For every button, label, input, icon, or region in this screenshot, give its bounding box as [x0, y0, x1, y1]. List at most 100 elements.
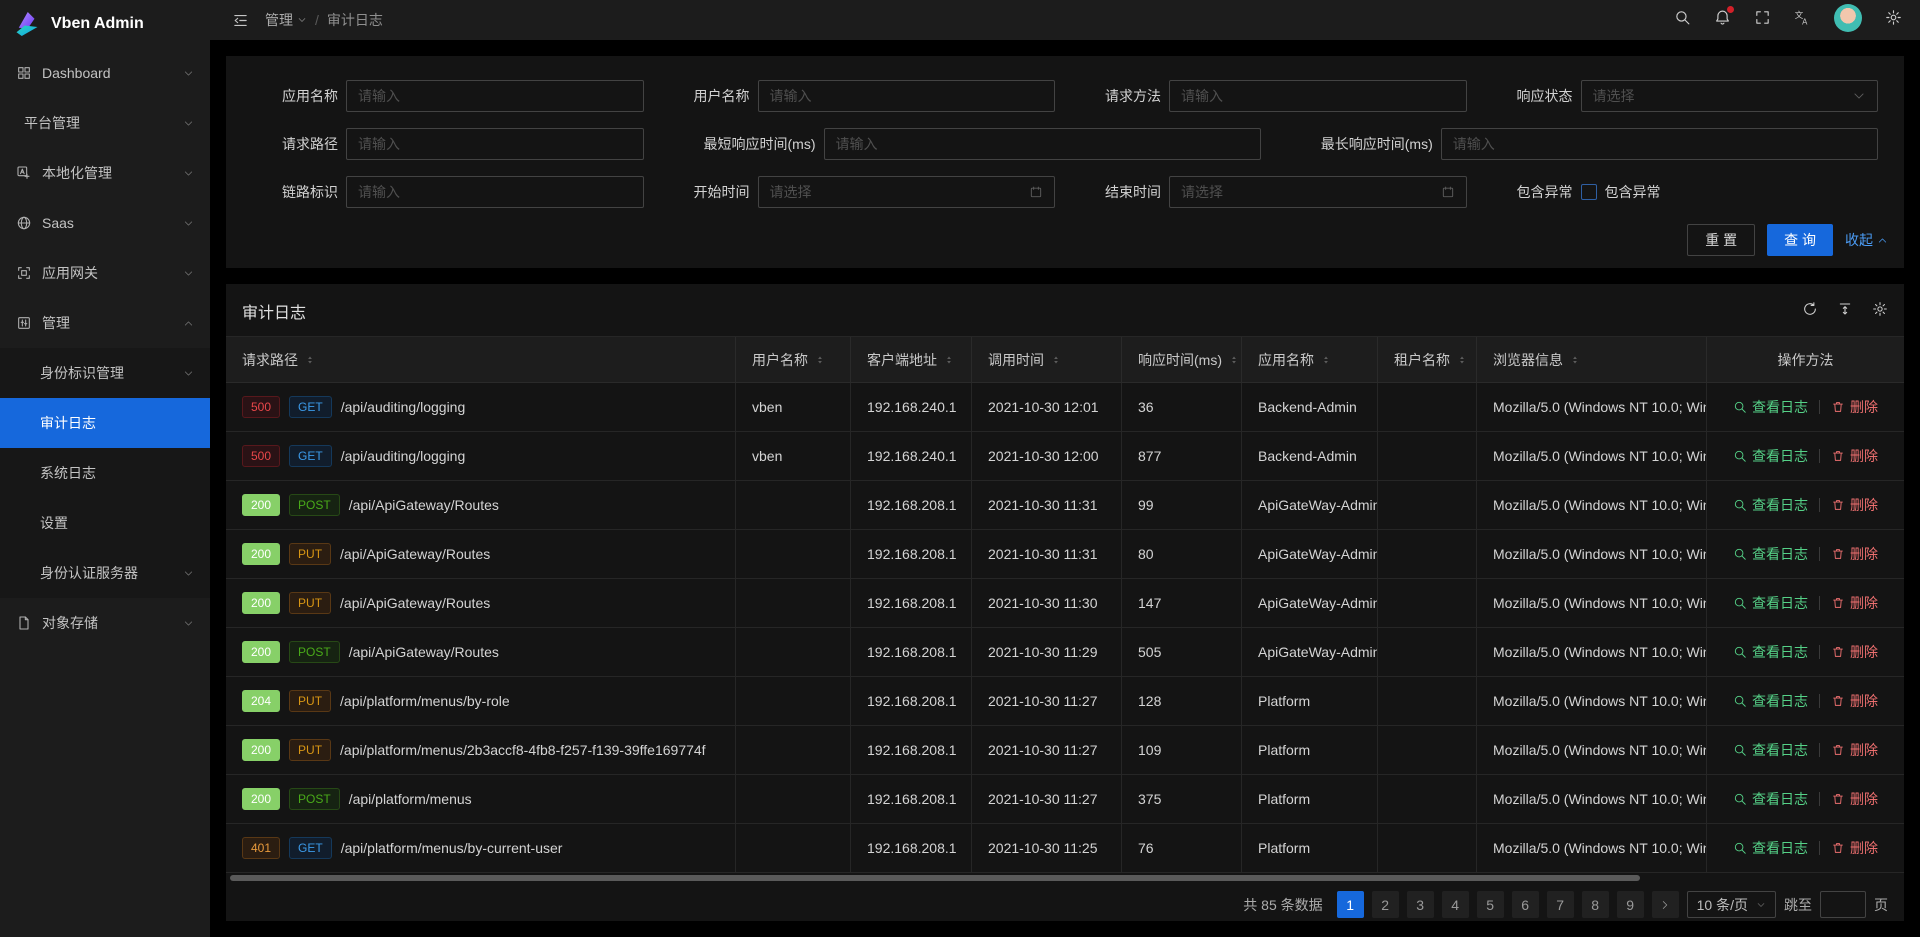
column-header-2[interactable]: 客户端地址 [851, 337, 972, 383]
method-badge: POST [289, 494, 340, 516]
sidebar-item-localization[interactable]: 本地化管理 [0, 148, 210, 198]
delete-button[interactable]: 删除 [1831, 397, 1878, 417]
user-avatar[interactable] [1834, 4, 1862, 37]
view-log-button[interactable]: 查看日志 [1733, 495, 1808, 515]
column-header-4[interactable]: 响应时间(ms) [1122, 337, 1242, 383]
app-name-input[interactable] [346, 80, 644, 112]
column-header-3[interactable]: 调用时间 [972, 337, 1122, 383]
column-header-7[interactable]: 浏览器信息 [1477, 337, 1707, 383]
reset-button[interactable]: 重 置 [1687, 224, 1755, 256]
sidebar-item-auth-server[interactable]: 身份认证服务器 [0, 548, 210, 598]
delete-button[interactable]: 删除 [1831, 642, 1878, 662]
next-page-button[interactable] [1652, 891, 1679, 918]
view-log-button[interactable]: 查看日志 [1733, 593, 1808, 613]
max-response-time-input[interactable] [1441, 128, 1878, 160]
delete-button[interactable]: 删除 [1831, 495, 1878, 515]
sidebar-item-saas[interactable]: Saas [0, 198, 210, 248]
placeholder-text: 请选择 [770, 182, 1030, 202]
jump-label: 跳至 [1784, 895, 1812, 915]
sidebar-item-system-log[interactable]: 系统日志 [0, 448, 210, 498]
sidebar-item-label: 设置 [40, 513, 68, 533]
column-header-6[interactable]: 租户名称 [1378, 337, 1477, 383]
view-log-button[interactable]: 查看日志 [1733, 544, 1808, 564]
request-path-text: /api/ApiGateway/Routes [349, 644, 499, 660]
page-button-1[interactable]: 1 [1337, 891, 1364, 918]
view-log-button[interactable]: 查看日志 [1733, 740, 1808, 760]
page-button-7[interactable]: 7 [1547, 891, 1574, 918]
pagination: 共 85 条数据12345678910 条/页跳至页 [226, 883, 1904, 930]
breadcrumb-section[interactable]: 管理 [265, 10, 307, 30]
cell-app-name-text: ApiGateWay-Admin [1258, 644, 1378, 660]
page-button-4[interactable]: 4 [1442, 891, 1469, 918]
sidebar-item-audit-log[interactable]: 审计日志 [0, 398, 210, 448]
cell-app-name-text: Platform [1258, 693, 1310, 709]
view-log-button[interactable]: 查看日志 [1733, 838, 1808, 858]
sidebar-item-gateway[interactable]: 应用网关 [0, 248, 210, 298]
page-button-9[interactable]: 9 [1617, 891, 1644, 918]
delete-button[interactable]: 删除 [1831, 544, 1878, 564]
view-log-button[interactable]: 查看日志 [1733, 691, 1808, 711]
column-header-1[interactable]: 用户名称 [736, 337, 851, 383]
view-log-button[interactable]: 查看日志 [1733, 397, 1808, 417]
app-logo[interactable]: Vben Admin [0, 0, 210, 48]
scrollbar-thumb[interactable] [230, 875, 1640, 881]
settings-button[interactable] [1885, 9, 1902, 31]
fullscreen-button[interactable] [1754, 9, 1771, 31]
view-log-button[interactable]: 查看日志 [1733, 642, 1808, 662]
search-button[interactable] [1674, 9, 1691, 31]
page-button-6[interactable]: 6 [1512, 891, 1539, 918]
page-button-8[interactable]: 8 [1582, 891, 1609, 918]
sidebar-item-identity-management[interactable]: 身份标识管理 [0, 348, 210, 398]
notifications-button[interactable] [1714, 9, 1731, 31]
user-name-input[interactable] [758, 80, 1056, 112]
response-status-select[interactable]: 请选择 [1581, 80, 1879, 112]
horizontal-scrollbar[interactable] [226, 873, 1904, 883]
column-header-5[interactable]: 应用名称 [1242, 337, 1378, 383]
refresh-button[interactable] [1802, 301, 1818, 322]
start-time-datepicker[interactable]: 请选择 [758, 176, 1056, 208]
delete-button[interactable]: 删除 [1831, 789, 1878, 809]
sidebar-item-platform[interactable]: 平台管理 [0, 98, 210, 148]
page-size-select[interactable]: 10 条/页 [1687, 891, 1776, 918]
view-log-button[interactable]: 查看日志 [1733, 446, 1808, 466]
field-label: 最长响应时间(ms) [1271, 134, 1441, 154]
cell-actions: 查看日志 删除 [1707, 775, 1904, 824]
cell-request-path: 200PUT/api/ApiGateway/Routes [226, 530, 736, 579]
sidebar-item-settings[interactable]: 设置 [0, 498, 210, 548]
cell-app-name-text: Backend-Admin [1258, 448, 1357, 464]
request-path-input[interactable] [346, 128, 644, 160]
delete-button[interactable]: 删除 [1831, 446, 1878, 466]
sidebar-item-dashboard[interactable]: Dashboard [0, 48, 210, 98]
query-button[interactable]: 查 询 [1767, 224, 1833, 256]
sidebar-item-manage[interactable]: 管理 [0, 298, 210, 348]
cell-actions: 查看日志 删除 [1707, 530, 1904, 579]
cell-client-address: 192.168.208.1 [851, 530, 972, 579]
delete-button[interactable]: 删除 [1831, 691, 1878, 711]
column-header-0[interactable]: 请求路径 [226, 337, 736, 383]
delete-button[interactable]: 删除 [1831, 740, 1878, 760]
caret-sort-icon [944, 355, 954, 365]
page-button-3[interactable]: 3 [1407, 891, 1434, 918]
page-button-5[interactable]: 5 [1477, 891, 1504, 918]
end-time-datepicker[interactable]: 请选择 [1169, 176, 1467, 208]
page-button-2[interactable]: 2 [1372, 891, 1399, 918]
has-exception-checkbox[interactable] [1581, 184, 1597, 200]
cell-call-time: 2021-10-30 11:27 [972, 677, 1122, 726]
sidebar-item-object-storage[interactable]: 对象存储 [0, 598, 210, 648]
trace-id-input[interactable] [346, 176, 644, 208]
min-response-time-input[interactable] [824, 128, 1261, 160]
jump-page-input[interactable] [1820, 891, 1866, 918]
page-content: 应用名称用户名称请求方法响应状态请选择请求路径最短响应时间(ms)最长响应时间(… [210, 40, 1920, 937]
delete-button[interactable]: 删除 [1831, 838, 1878, 858]
cell-call-time: 2021-10-30 11:25 [972, 824, 1122, 873]
cell-response-time-text: 505 [1138, 644, 1161, 660]
view-log-button[interactable]: 查看日志 [1733, 789, 1808, 809]
collapse-link[interactable]: 收起 [1845, 230, 1888, 250]
column-settings-button[interactable] [1872, 301, 1888, 322]
menu-fold-icon[interactable] [232, 12, 249, 29]
request-method-input[interactable] [1169, 80, 1467, 112]
delete-button[interactable]: 删除 [1831, 593, 1878, 613]
cell-request-path: 200POST/api/ApiGateway/Routes [226, 481, 736, 530]
translate-button[interactable]: 文A [1794, 9, 1811, 31]
row-height-button[interactable] [1837, 301, 1853, 322]
